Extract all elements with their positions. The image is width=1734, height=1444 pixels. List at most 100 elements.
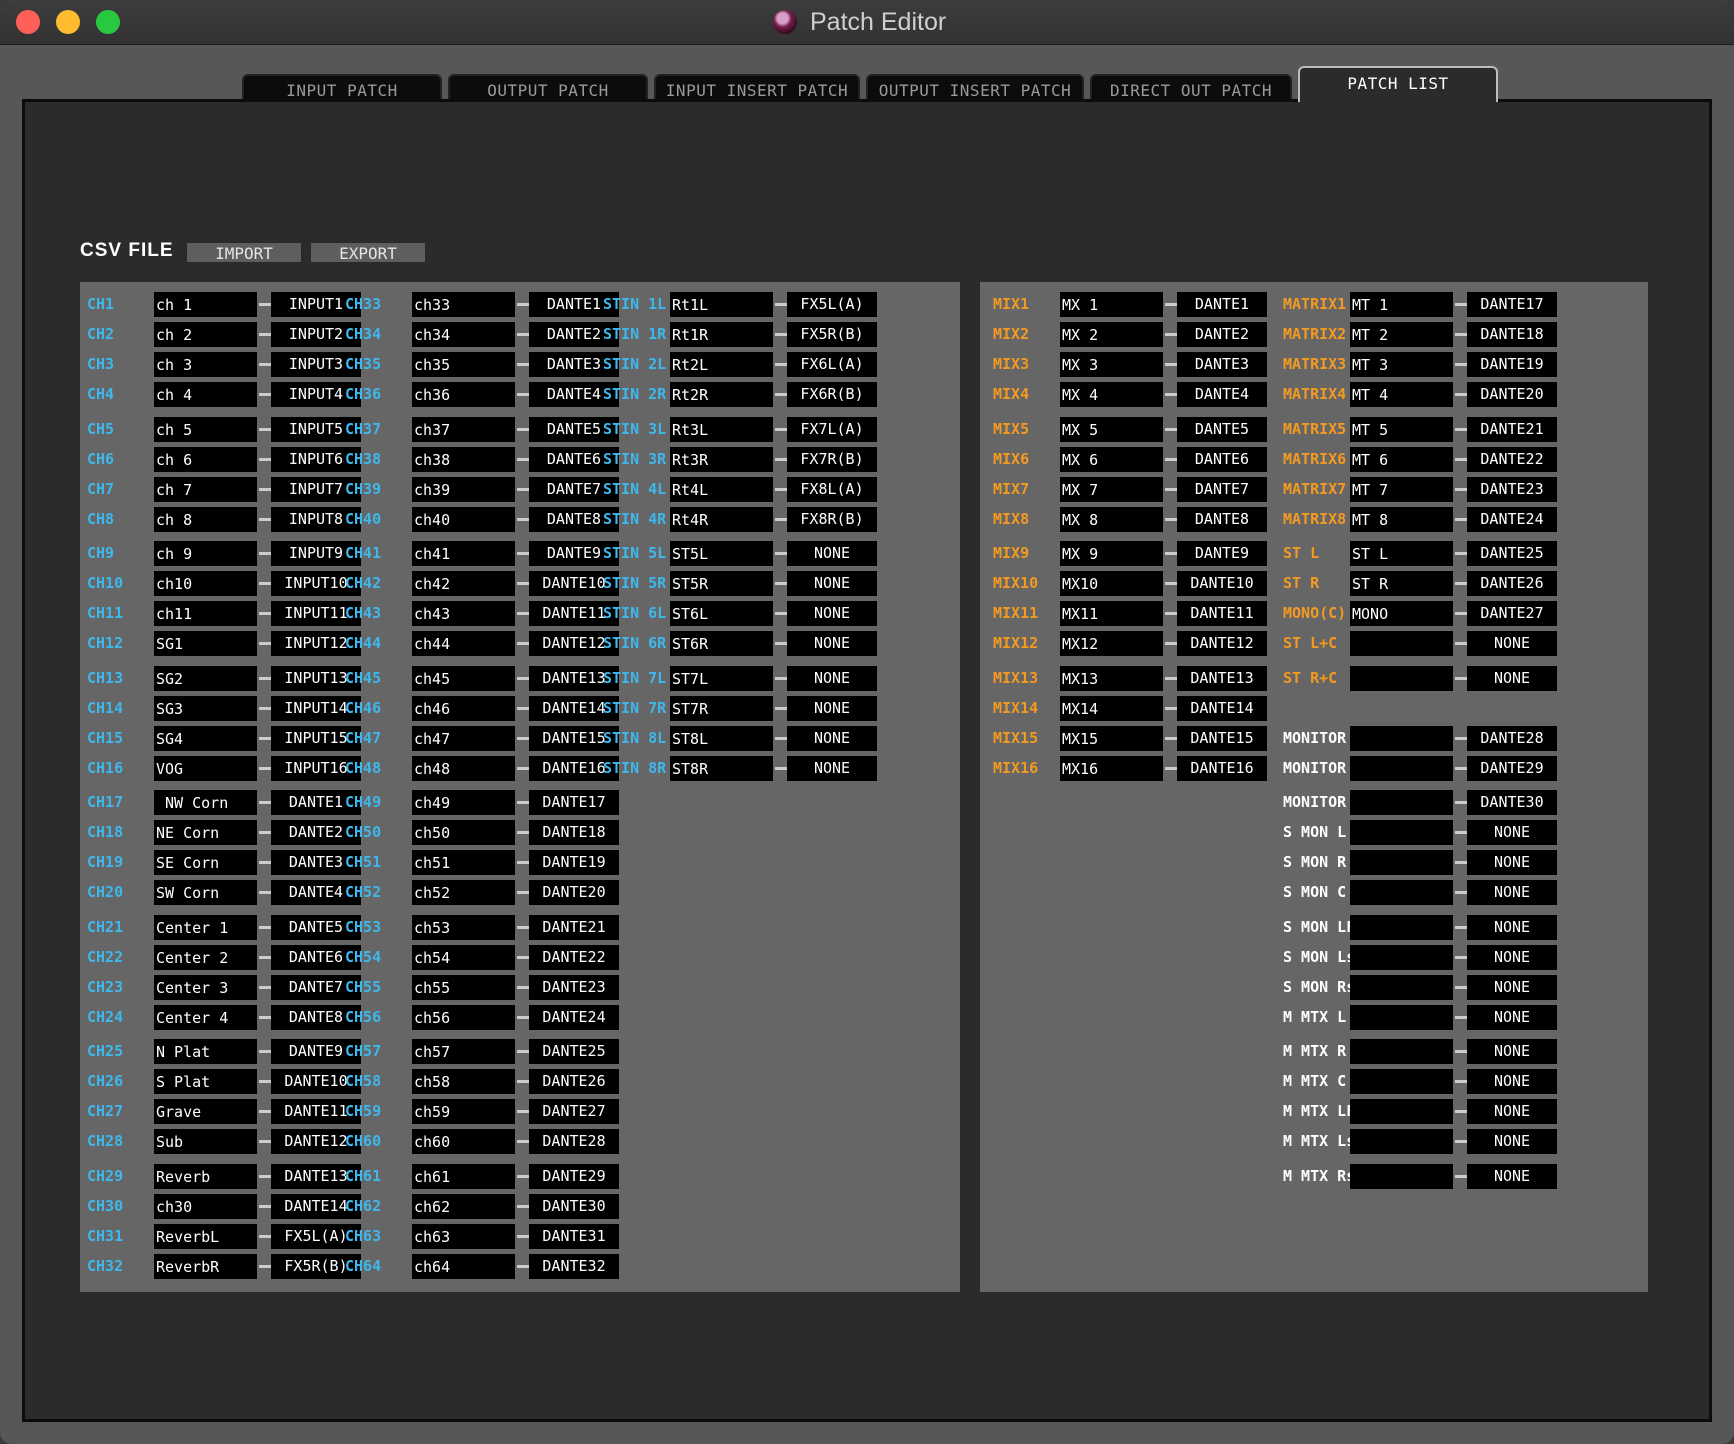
patch-source-button[interactable]: DANTE22 — [1467, 446, 1557, 472]
channel-name-field[interactable] — [1350, 790, 1453, 815]
channel-name-field[interactable]: ch 1 — [154, 292, 257, 317]
channel-name-field[interactable] — [1350, 1004, 1453, 1030]
patch-source-button[interactable]: DANTE19 — [1467, 352, 1557, 377]
channel-name-field[interactable]: ch43 — [412, 601, 515, 626]
channel-name-field[interactable]: NE Corn — [154, 820, 257, 845]
channel-name-field[interactable]: ch49 — [412, 790, 515, 815]
patch-source-button[interactable]: DANTE18 — [529, 820, 619, 845]
channel-name-field[interactable]: SG4 — [154, 725, 257, 751]
channel-name-field[interactable] — [1350, 755, 1453, 781]
patch-source-button[interactable]: DANTE31 — [529, 1223, 619, 1249]
patch-source-button[interactable]: DANTE30 — [1467, 790, 1557, 815]
channel-name-field[interactable] — [1350, 1099, 1453, 1124]
channel-name-field[interactable] — [1350, 974, 1453, 1000]
patch-source-button[interactable]: NONE — [787, 571, 877, 596]
channel-name-field[interactable]: ST7R — [670, 695, 773, 721]
patch-source-button[interactable]: DANTE9 — [1177, 541, 1267, 566]
channel-name-field[interactable]: ch40 — [412, 506, 515, 532]
channel-name-field[interactable] — [1350, 820, 1453, 845]
channel-name-field[interactable]: ch41 — [412, 541, 515, 566]
patch-source-button[interactable]: DANTE11 — [1177, 601, 1267, 626]
channel-name-field[interactable]: MX 7 — [1060, 476, 1163, 502]
patch-source-button[interactable]: DANTE1 — [1177, 292, 1267, 317]
channel-name-field[interactable]: ch 7 — [154, 476, 257, 502]
channel-name-field[interactable]: Center 1 — [154, 914, 257, 940]
channel-name-field[interactable]: ch44 — [412, 631, 515, 656]
patch-source-button[interactable]: NONE — [1467, 1004, 1557, 1030]
channel-name-field[interactable]: MT 6 — [1350, 446, 1453, 472]
channel-name-field[interactable]: Rt3L — [670, 416, 773, 442]
patch-source-button[interactable]: DANTE10 — [1177, 571, 1267, 596]
patch-source-button[interactable]: FX6L(A) — [787, 352, 877, 377]
patch-source-button[interactable]: DANTE17 — [1467, 292, 1557, 317]
patch-source-button[interactable]: DANTE30 — [529, 1193, 619, 1219]
channel-name-field[interactable]: ReverbL — [154, 1223, 257, 1249]
patch-source-button[interactable]: DANTE7 — [1177, 476, 1267, 502]
channel-name-field[interactable]: ch51 — [412, 850, 515, 875]
import-button[interactable]: IMPORT — [186, 242, 302, 263]
channel-name-field[interactable]: MT 8 — [1350, 506, 1453, 532]
patch-source-button[interactable]: FX7L(A) — [787, 416, 877, 442]
channel-name-field[interactable]: ch37 — [412, 416, 515, 442]
tab-input-insert-patch[interactable]: INPUT INSERT PATCH — [654, 74, 860, 100]
channel-name-field[interactable]: ch52 — [412, 880, 515, 905]
channel-name-field[interactable]: ch59 — [412, 1099, 515, 1124]
channel-name-field[interactable]: ch 3 — [154, 352, 257, 377]
channel-name-field[interactable]: ch60 — [412, 1129, 515, 1154]
channel-name-field[interactable]: ch47 — [412, 725, 515, 751]
patch-source-button[interactable]: DANTE17 — [529, 790, 619, 815]
patch-source-button[interactable]: NONE — [1467, 1039, 1557, 1064]
channel-name-field[interactable]: MX11 — [1060, 601, 1163, 626]
channel-name-field[interactable]: ch61 — [412, 1163, 515, 1189]
channel-name-field[interactable]: ch56 — [412, 1004, 515, 1030]
patch-source-button[interactable]: NONE — [1467, 1099, 1557, 1124]
channel-name-field[interactable]: Sub — [154, 1129, 257, 1154]
patch-source-button[interactable]: NONE — [1467, 974, 1557, 1000]
patch-source-button[interactable]: DANTE6 — [1177, 446, 1267, 472]
patch-source-button[interactable]: NONE — [787, 665, 877, 691]
channel-name-field[interactable]: Rt1L — [670, 292, 773, 317]
channel-name-field[interactable]: ch50 — [412, 820, 515, 845]
patch-source-button[interactable]: NONE — [1467, 944, 1557, 970]
channel-name-field[interactable]: ch48 — [412, 755, 515, 781]
channel-name-field[interactable]: ST7L — [670, 665, 773, 691]
channel-name-field[interactable]: ReverbR — [154, 1253, 257, 1279]
patch-source-button[interactable]: NONE — [1467, 880, 1557, 905]
channel-name-field[interactable] — [1350, 1039, 1453, 1064]
channel-name-field[interactable]: ch 8 — [154, 506, 257, 532]
patch-source-button[interactable]: NONE — [1467, 1163, 1557, 1189]
patch-source-button[interactable]: DANTE27 — [1467, 601, 1557, 626]
patch-source-button[interactable]: FX7R(B) — [787, 446, 877, 472]
channel-name-field[interactable]: MX10 — [1060, 571, 1163, 596]
tab-direct-out-patch[interactable]: DIRECT OUT PATCH — [1090, 74, 1292, 100]
channel-name-field[interactable] — [1350, 944, 1453, 970]
channel-name-field[interactable]: ch64 — [412, 1253, 515, 1279]
channel-name-field[interactable]: Grave — [154, 1099, 257, 1124]
patch-source-button[interactable]: NONE — [787, 695, 877, 721]
patch-source-button[interactable]: DANTE25 — [1467, 541, 1557, 566]
patch-source-button[interactable]: NONE — [1467, 1129, 1557, 1154]
channel-name-field[interactable]: Rt2L — [670, 352, 773, 377]
patch-source-button[interactable]: DANTE20 — [529, 880, 619, 905]
channel-name-field[interactable]: ch33 — [412, 292, 515, 317]
channel-name-field[interactable]: MT 4 — [1350, 382, 1453, 407]
tab-patch-list[interactable]: PATCH LIST — [1298, 66, 1498, 102]
channel-name-field[interactable] — [1350, 850, 1453, 875]
channel-name-field[interactable]: SG1 — [154, 631, 257, 656]
channel-name-field[interactable]: MX 2 — [1060, 322, 1163, 347]
channel-name-field[interactable]: ST6L — [670, 601, 773, 626]
minimize-window-button[interactable] — [56, 10, 80, 34]
channel-name-field[interactable]: ch57 — [412, 1039, 515, 1064]
channel-name-field[interactable]: ch39 — [412, 476, 515, 502]
channel-name-field[interactable]: ch63 — [412, 1223, 515, 1249]
patch-source-button[interactable]: DANTE26 — [1467, 571, 1557, 596]
patch-source-button[interactable]: DANTE16 — [1177, 755, 1267, 781]
patch-source-button[interactable]: NONE — [1467, 1069, 1557, 1094]
channel-name-field[interactable]: MX15 — [1060, 725, 1163, 751]
channel-name-field[interactable]: ch36 — [412, 382, 515, 407]
patch-source-button[interactable]: DANTE15 — [1177, 725, 1267, 751]
channel-name-field[interactable] — [1350, 914, 1453, 940]
channel-name-field[interactable]: MX12 — [1060, 631, 1163, 656]
patch-source-button[interactable]: NONE — [1467, 850, 1557, 875]
patch-source-button[interactable]: NONE — [787, 631, 877, 656]
